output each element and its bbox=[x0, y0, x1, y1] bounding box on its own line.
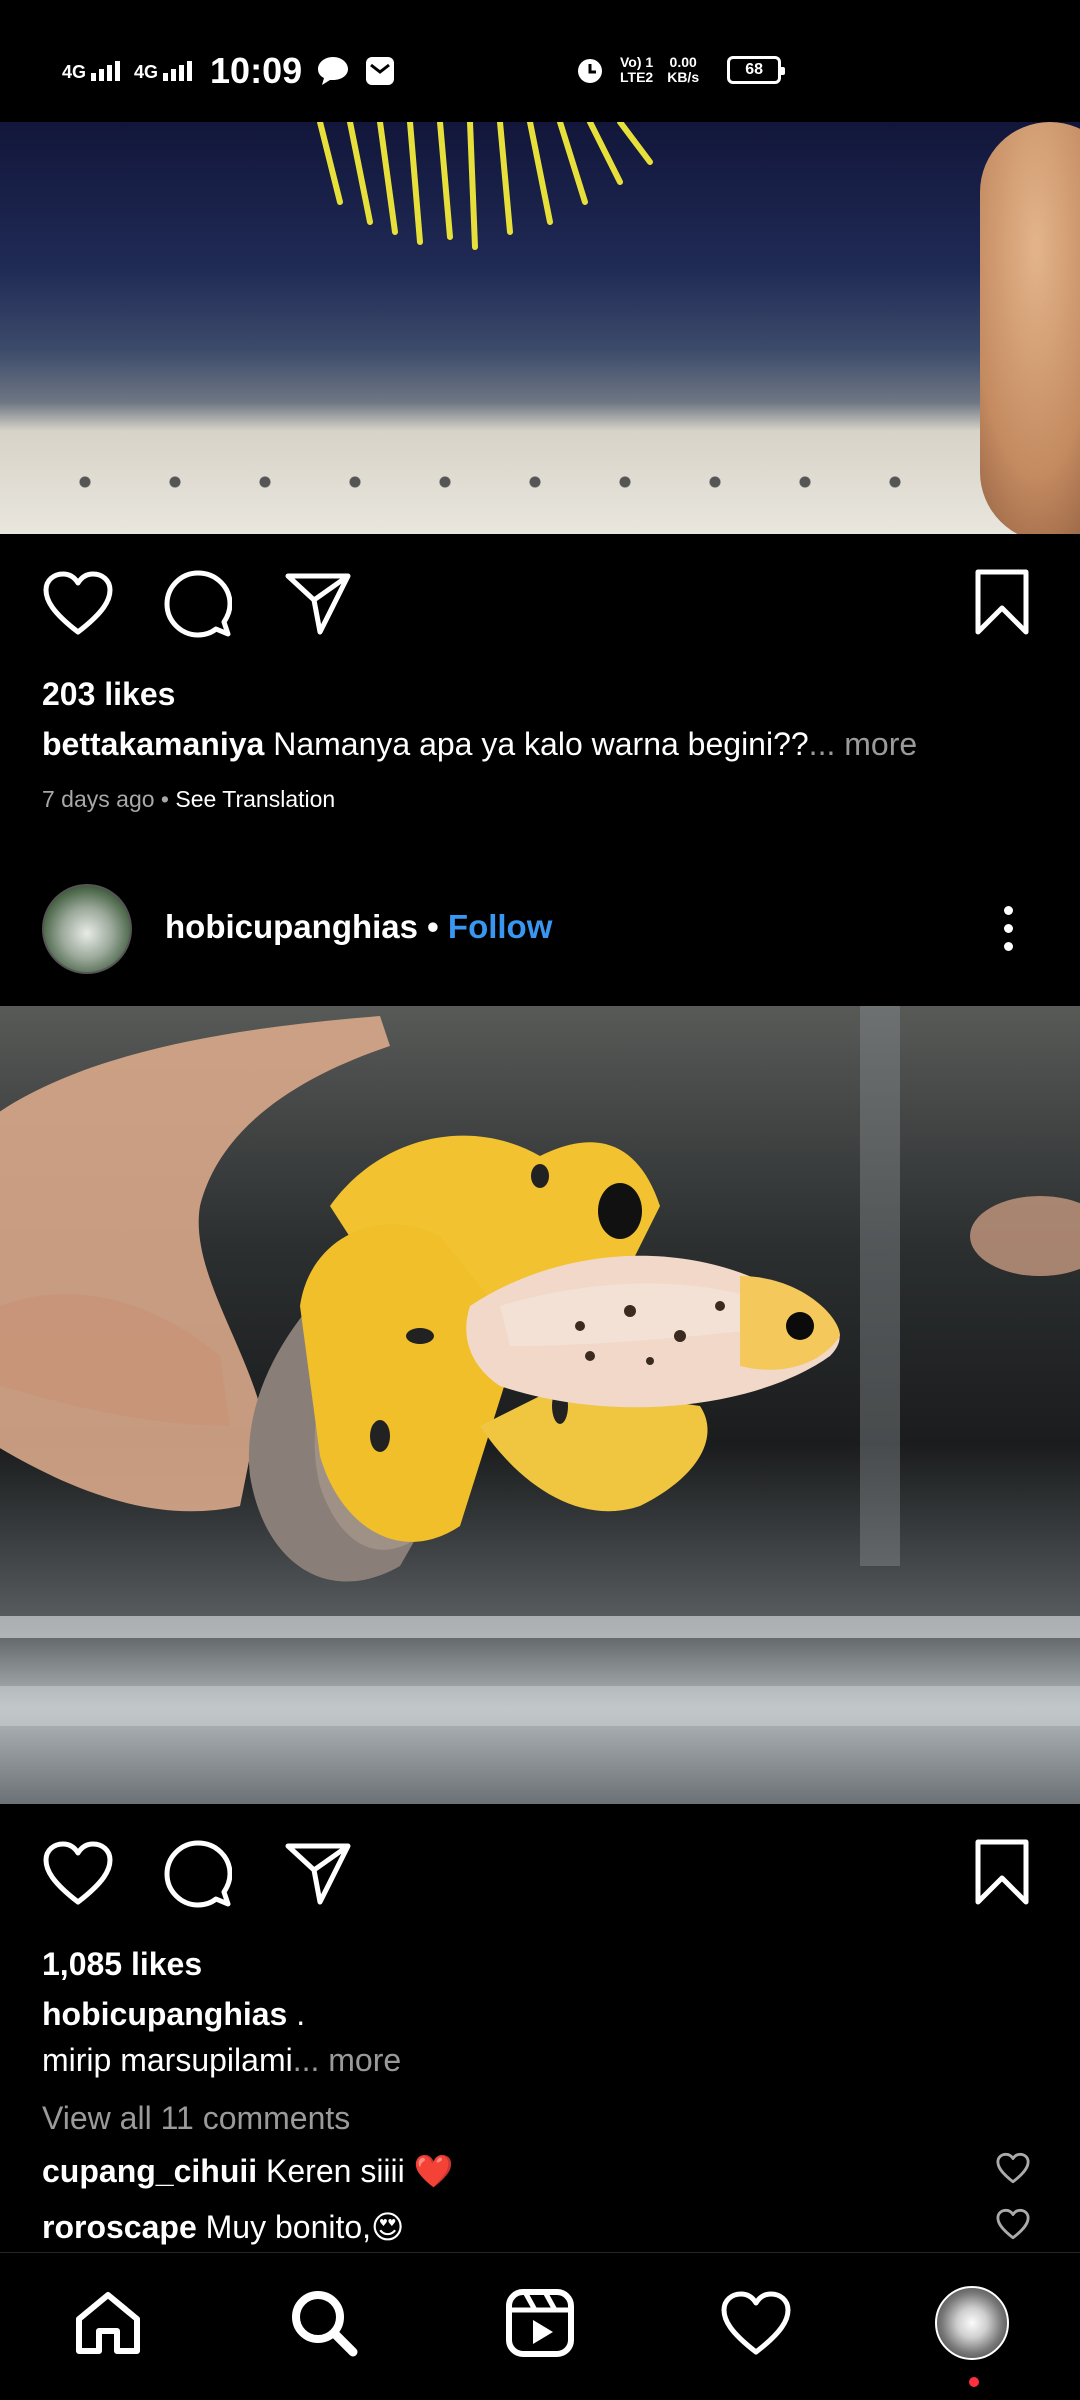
comment-icon[interactable] bbox=[164, 1840, 232, 1908]
post-time: 7 days ago bbox=[42, 786, 155, 812]
comment-icon[interactable] bbox=[164, 570, 232, 638]
likes-count[interactable]: 1,085 likes bbox=[42, 1946, 202, 1983]
more-vertical-icon[interactable] bbox=[1000, 906, 1016, 956]
post-actions bbox=[0, 1832, 1080, 1932]
network-type-2: 4G bbox=[134, 62, 159, 82]
view-all-comments-link[interactable]: View all 11 comments bbox=[42, 2100, 350, 2137]
comment-text: Muy bonito,😍 bbox=[196, 2209, 405, 2245]
speed-unit: KB/s bbox=[667, 69, 700, 85]
volte-top: Vo) 1 bbox=[620, 54, 654, 70]
post-author: hobicupanghias • Follow bbox=[165, 908, 552, 946]
heart-icon bbox=[721, 2291, 791, 2355]
nav-activity[interactable] bbox=[696, 2253, 816, 2393]
post-meta: 7 days ago • See Translation bbox=[42, 786, 335, 813]
meta-separator: • bbox=[154, 786, 176, 812]
battery-icon: 68 bbox=[727, 56, 786, 84]
nav-search[interactable] bbox=[264, 2253, 384, 2393]
home-icon bbox=[76, 2292, 140, 2354]
avatar[interactable] bbox=[42, 884, 132, 974]
message-icon bbox=[318, 57, 349, 85]
comment-item: roroscape Muy bonito,😍 bbox=[42, 2208, 404, 2246]
heart-icon[interactable] bbox=[42, 570, 114, 636]
status-left: 4G 4G 10:09 bbox=[62, 50, 396, 92]
betta-fish-image bbox=[0, 1006, 1080, 1726]
caption-text: Namanya apa ya kalo warna begini?? bbox=[264, 726, 809, 762]
comment-username[interactable]: roroscape bbox=[42, 2209, 197, 2245]
heart-icon[interactable] bbox=[996, 2152, 1030, 2184]
heart-icon[interactable] bbox=[996, 2208, 1030, 2240]
hand bbox=[980, 122, 1080, 534]
nav-profile[interactable] bbox=[912, 2253, 1032, 2393]
author-username[interactable]: hobicupanghias bbox=[165, 908, 418, 945]
heart-icon[interactable] bbox=[42, 1840, 114, 1906]
nav-reels[interactable] bbox=[480, 2253, 600, 2393]
comment-username[interactable]: cupang_cihuii bbox=[42, 2153, 257, 2189]
nav-home[interactable] bbox=[48, 2253, 168, 2393]
volte-indicator: Vo) 1 LTE2 bbox=[620, 55, 653, 85]
header-separator: • bbox=[418, 908, 448, 945]
network-speed: 0.00 KB/s bbox=[667, 55, 699, 85]
comment-text: Keren siiii ❤️ bbox=[257, 2153, 454, 2189]
caption-text-line1: . bbox=[287, 1996, 306, 2032]
status-right: Vo) 1 LTE2 0.00 KB/s 68 bbox=[574, 54, 786, 86]
post-actions bbox=[0, 562, 1080, 662]
bookmark-icon[interactable] bbox=[974, 1838, 1030, 1906]
status-bar: 4G 4G 10:09 Vo) 1 LTE2 0.00 KB/s 68 bbox=[0, 0, 1080, 122]
caption-username[interactable]: hobicupanghias bbox=[42, 1996, 287, 2032]
notification-dot bbox=[969, 2377, 979, 2387]
paper-plane-icon[interactable] bbox=[284, 1840, 352, 1906]
follow-button[interactable]: Follow bbox=[448, 908, 552, 945]
bookmark-icon[interactable] bbox=[974, 568, 1030, 636]
alarm-icon bbox=[578, 59, 602, 83]
search-icon bbox=[292, 2291, 358, 2357]
bottom-navigation bbox=[0, 2252, 1080, 2400]
post-caption: hobicupanghias . bbox=[42, 1996, 305, 2033]
post-image[interactable] bbox=[0, 1006, 1080, 1804]
volte-bottom: LTE2 bbox=[620, 69, 654, 85]
post-header: hobicupanghias • Follow bbox=[0, 884, 1080, 974]
gravel bbox=[40, 452, 940, 512]
see-translation-link[interactable]: See Translation bbox=[175, 786, 335, 812]
more-link[interactable]: ... more bbox=[293, 2042, 401, 2078]
reels-icon bbox=[506, 2289, 574, 2357]
speed-value: 0.00 bbox=[669, 54, 697, 70]
post-caption: bettakamaniya Namanya apa ya kalo warna … bbox=[42, 726, 917, 763]
signal-icon: 4G bbox=[62, 61, 121, 82]
caption-text-line2: mirip marsupilami bbox=[42, 2042, 293, 2078]
comment-item: cupang_cihuii Keren siiii ❤️ bbox=[42, 2152, 453, 2190]
paper-plane-icon[interactable] bbox=[284, 570, 352, 636]
clock: 10:09 bbox=[210, 50, 303, 91]
likes-count[interactable]: 203 likes bbox=[42, 676, 175, 713]
mail-icon bbox=[366, 57, 395, 85]
post-caption-line2: mirip marsupilami... more bbox=[42, 2042, 401, 2079]
post-image[interactable] bbox=[0, 122, 1080, 534]
fish-fins bbox=[317, 122, 653, 250]
network-type-1: 4G bbox=[62, 62, 87, 82]
avatar bbox=[935, 2286, 1009, 2360]
caption-username[interactable]: bettakamaniya bbox=[42, 726, 264, 762]
more-link[interactable]: ... more bbox=[809, 726, 917, 762]
signal-icon: 4G bbox=[134, 61, 193, 82]
battery-level: 68 bbox=[745, 61, 763, 78]
